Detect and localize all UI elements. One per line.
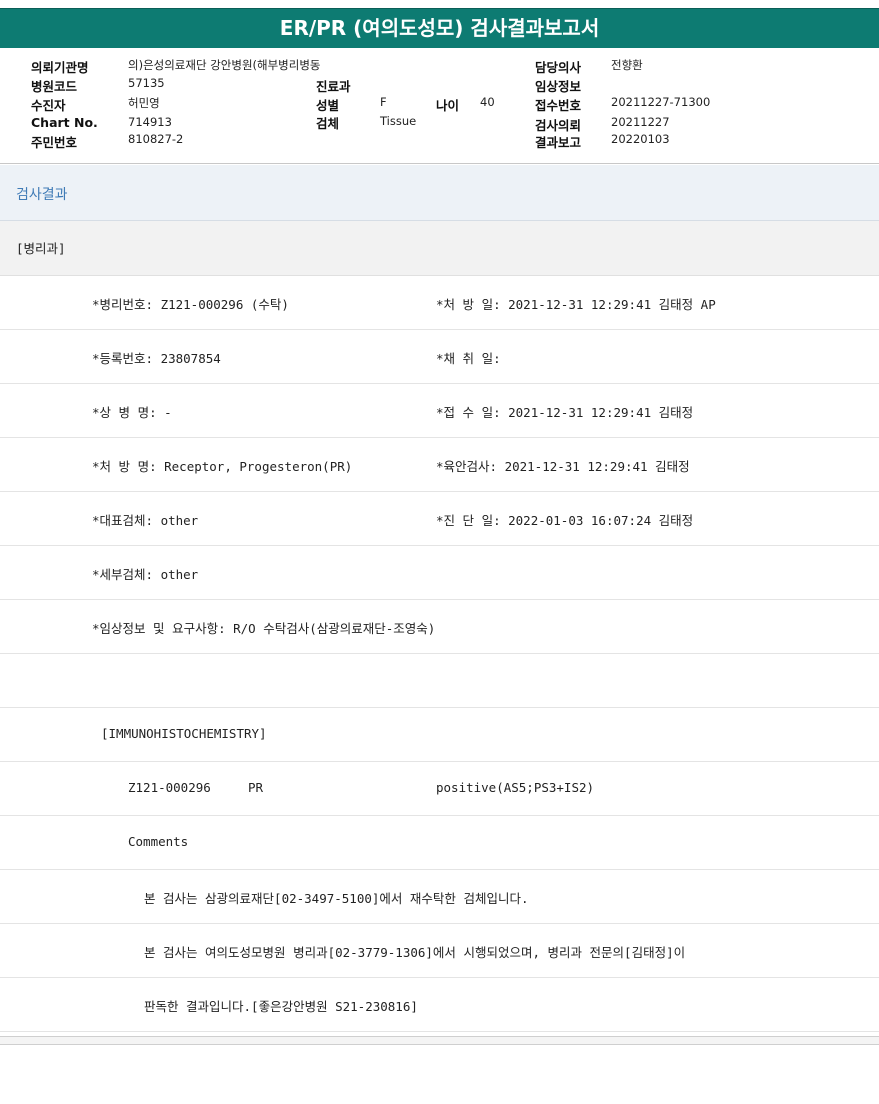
age-label: 나이	[436, 98, 460, 113]
institution-label: 의뢰기관명	[31, 60, 89, 75]
table-row: *처 방 명: Receptor, Progesteron(PR) *육안검사:…	[0, 438, 879, 492]
collection-date: *채 취 일:	[436, 351, 501, 366]
table-row: *등록번호: 23807854 *채 취 일:	[0, 330, 879, 384]
comment-line: 판독한 결과입니다.[좋은강안병원 S21-230816]	[144, 999, 418, 1014]
table-row: *병리번호: Z121-000296 (수탁) *처 방 일: 2021-12-…	[0, 276, 879, 330]
result-section-title: 검사결과	[16, 187, 68, 203]
comment-line: 본 검사는 삼광의료재단[02-3497-5100]에서 재수탁한 검체입니다.	[144, 891, 529, 906]
gross-exam-date: *육안검사: 2021-12-31 12:29:41 김태정	[436, 459, 690, 474]
chart-no-value: 714913	[128, 115, 172, 129]
doctor-label: 담당의사	[535, 60, 582, 75]
table-row: [IMMUNOHISTOCHEMISTRY]	[0, 708, 879, 762]
receipt-value: 20211227-71300	[611, 95, 711, 109]
table-row: *대표검체: other *진 단 일: 2022-01-03 16:07:24…	[0, 492, 879, 546]
patient-label: 수진자	[31, 98, 66, 113]
table-row: 본 검사는 여의도성모병원 병리과[02-3779-1306]에서 시행되었으며…	[0, 924, 879, 978]
diagnosis-name: *상 병 명: -	[92, 405, 172, 420]
table-row: 본 검사는 삼광의료재단[02-3497-5100]에서 재수탁한 검체입니다.	[0, 870, 879, 924]
pathology-number: *병리번호: Z121-000296 (수탁)	[92, 297, 289, 312]
dept-label: 진료과	[316, 79, 351, 94]
table-row: 판독한 결과입니다.[좋은강안병원 S21-230816]	[0, 978, 879, 1032]
order-date: *처 방 일: 2021-12-31 12:29:41 김태정 AP	[436, 297, 716, 312]
comments-label: Comments	[128, 834, 189, 849]
report-date-value: 20220103	[611, 132, 670, 146]
ihc-case-number: Z121-000296	[128, 780, 211, 795]
report-title: ER/PR (여의도성모) 검사결과보고서	[0, 8, 879, 48]
institution-value: 의)은성의료재단 강안병원(해부병리병동	[128, 58, 321, 72]
ihc-header: [IMMUNOHISTOCHEMISTRY]	[101, 726, 267, 741]
receipt-label: 접수번호	[535, 98, 582, 113]
age-value: 40	[480, 95, 495, 109]
specimen-label: 검체	[316, 116, 340, 131]
result-rows: *병리번호: Z121-000296 (수탁) *처 방 일: 2021-12-…	[0, 276, 879, 1032]
order-name: *처 방 명: Receptor, Progesteron(PR)	[92, 459, 353, 474]
result-section-header: 검사결과	[0, 165, 879, 221]
comment-line: 본 검사는 여의도성모병원 병리과[02-3779-1306]에서 시행되었으며…	[144, 945, 686, 960]
hospital-code-value: 57135	[128, 76, 165, 90]
clinical-label: 임상정보	[535, 79, 582, 94]
specimen-value: Tissue	[380, 114, 417, 128]
report-date-label: 결과보고	[535, 135, 582, 150]
table-row: *임상정보 및 요구사항: R/O 수탁검사(삼광의료재단-조영숙)	[0, 600, 879, 654]
table-row: Z121-000296 PR positive(AS5;PS3+IS2)	[0, 762, 879, 816]
patient-value: 허민영	[128, 96, 160, 110]
chart-no-label: Chart No.	[31, 115, 98, 130]
rrn-label: 주민번호	[31, 135, 78, 150]
sex-label: 성별	[316, 98, 340, 113]
ihc-marker: PR	[248, 780, 264, 795]
empty-row	[0, 654, 879, 708]
doctor-value: 전향환	[611, 58, 643, 72]
footer-rule	[0, 1036, 879, 1045]
receipt-date: *접 수 일: 2021-12-31 12:29:41 김태정	[436, 405, 694, 420]
patient-info-panel: 의뢰기관명 의)은성의료재단 강안병원(해부병리병동 병원코드 57135 수진…	[0, 52, 879, 162]
department-row: [병리과]	[0, 221, 879, 276]
divider	[0, 163, 879, 164]
sub-specimen: *세부검체: other	[92, 567, 199, 582]
department-label: [병리과]	[16, 241, 66, 256]
ihc-result: positive(AS5;PS3+IS2)	[436, 780, 595, 795]
rrn-value: 810827-2	[128, 132, 184, 146]
representative-specimen: *대표검체: other	[92, 513, 199, 528]
table-row: *세부검체: other	[0, 546, 879, 600]
registration-number: *등록번호: 23807854	[92, 351, 221, 366]
hospital-code-label: 병원코드	[31, 79, 78, 94]
table-row: *상 병 명: - *접 수 일: 2021-12-31 12:29:41 김태…	[0, 384, 879, 438]
sex-value: F	[380, 95, 387, 109]
request-value: 20211227	[611, 115, 670, 129]
clinical-request: *임상정보 및 요구사항: R/O 수탁검사(삼광의료재단-조영숙)	[92, 621, 436, 636]
table-row: Comments	[0, 816, 879, 870]
diagnosis-date: *진 단 일: 2022-01-03 16:07:24 김태정	[436, 513, 694, 528]
